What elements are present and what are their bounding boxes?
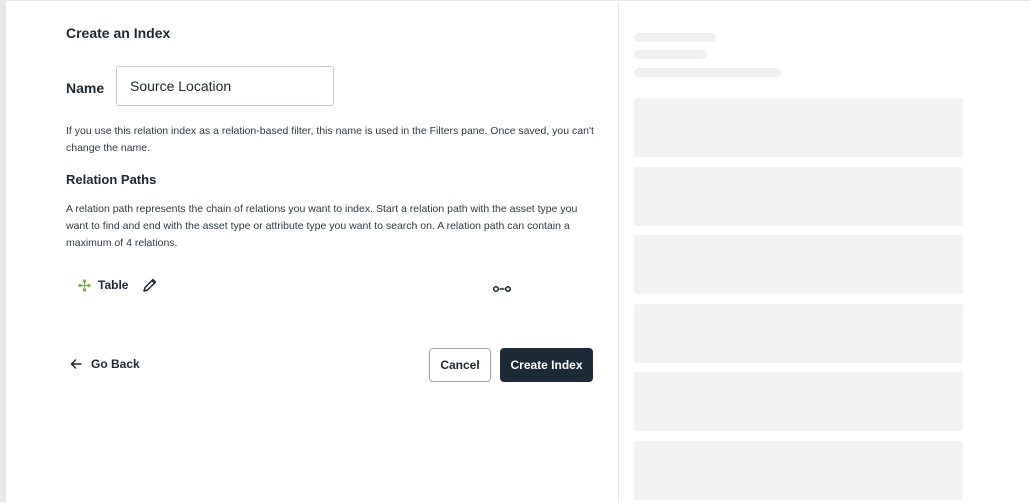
go-back-button[interactable]: Go Back (70, 357, 140, 371)
skeleton-line (634, 50, 707, 59)
relation-path-row: Table (78, 277, 158, 293)
skeleton-line (634, 33, 716, 42)
skeleton-block (634, 372, 963, 431)
asset-type-icon (78, 279, 91, 292)
pencil-icon[interactable] (142, 277, 158, 293)
name-help-text: If you use this relation index as a rela… (66, 125, 594, 154)
skeleton-block (634, 304, 963, 363)
page-title: Create an Index (66, 25, 171, 41)
skeleton-line (634, 68, 781, 77)
name-input[interactable] (116, 66, 334, 106)
create-index-panel: Create an Index Name If you use this rel… (12, 2, 619, 503)
asset-type-name: Table (98, 278, 129, 292)
relation-paths-description: A relation path represents the chain of … (66, 203, 578, 249)
skeleton-block (634, 167, 963, 226)
relation-link-icon[interactable] (492, 281, 512, 293)
cancel-button[interactable]: Cancel (429, 348, 491, 382)
name-label: Name (66, 80, 105, 96)
skeleton-block (634, 235, 963, 294)
relation-paths-heading: Relation Paths (66, 172, 157, 187)
app-frame: Create an Index Name If you use this rel… (0, 0, 1030, 503)
skeleton-block (634, 441, 963, 500)
skeleton-block (634, 98, 963, 157)
create-index-button[interactable]: Create Index (500, 348, 593, 382)
go-back-label: Go Back (91, 357, 140, 371)
arrow-left-icon (70, 358, 82, 370)
